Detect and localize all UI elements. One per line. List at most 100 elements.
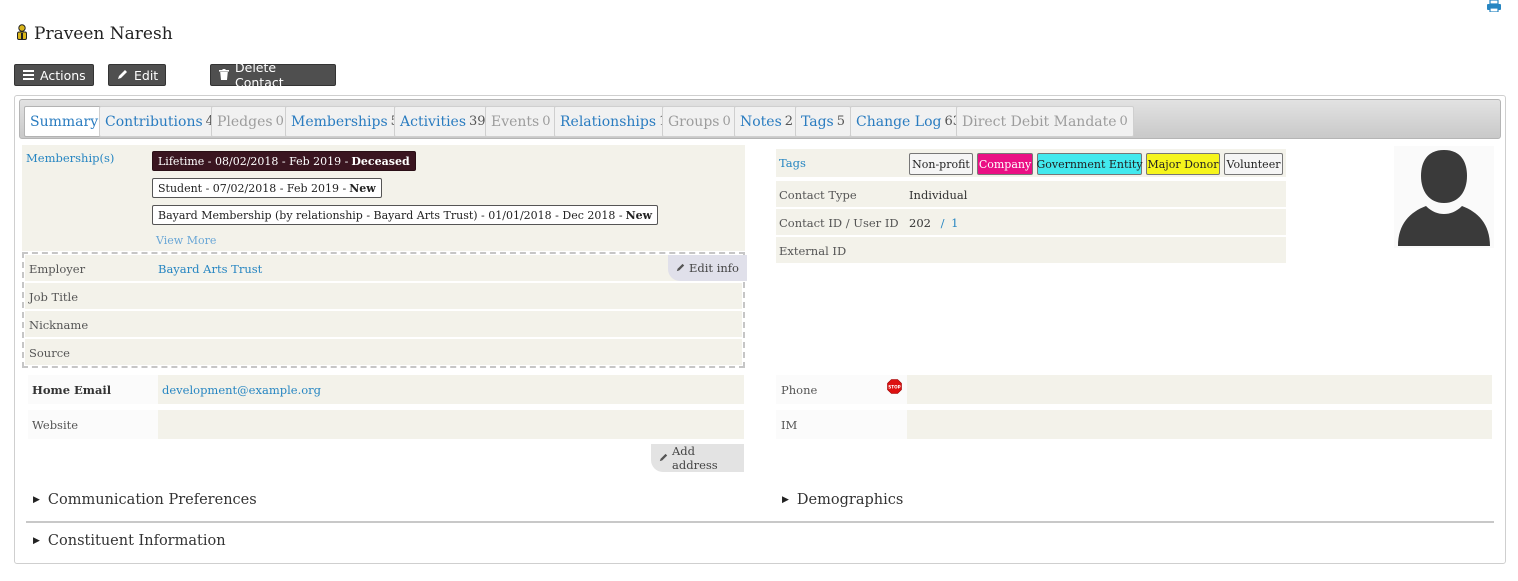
tab-count: 0: [1119, 114, 1128, 129]
employer-label: Employer: [29, 262, 86, 276]
contact-name: Praveen Naresh: [34, 24, 173, 44]
tab-bar: Summary Contributions 4 Pledges 0 Membersh…: [19, 99, 1501, 139]
source-label: Source: [29, 346, 70, 360]
page-title: Praveen Naresh: [16, 24, 173, 44]
add-address-button[interactable]: Add address: [651, 444, 744, 472]
contact-type-label: Contact Type: [779, 188, 857, 202]
print-icon[interactable]: [1486, 0, 1502, 16]
edit-info-label: Edit info: [689, 261, 739, 275]
tab-contributions[interactable]: Contributions 4: [99, 106, 220, 137]
tab-label: Tags: [801, 113, 834, 130]
tab-label: Notes: [740, 113, 782, 130]
tab-label: Contributions: [105, 113, 203, 130]
home-email-link[interactable]: development@example.org: [162, 383, 321, 397]
section-divider: [26, 521, 1494, 523]
contact-id: 202: [909, 216, 931, 230]
menu-icon: [23, 68, 34, 83]
membership-status: New: [625, 208, 653, 222]
constituent-information-label: Constituent Information: [47, 533, 226, 549]
membership-badge[interactable]: Bayard Membership (by relationship - Bay…: [152, 205, 659, 225]
tab-count: 2: [784, 114, 794, 129]
source-row: [25, 339, 742, 365]
tab-label: Change Log: [856, 113, 942, 130]
tab-tags[interactable]: Tags 5: [795, 106, 852, 137]
actions-button-label: Actions: [40, 67, 86, 83]
id-separator: /: [940, 216, 945, 230]
memberships-label[interactable]: Membership(s): [26, 151, 114, 165]
nickname-label: Nickname: [29, 318, 89, 332]
tab-summary[interactable]: Summary: [24, 106, 108, 137]
tab-label: Events: [491, 113, 540, 130]
external-id-label: External ID: [779, 244, 847, 258]
tab-label: Direct Debit Mandate: [962, 113, 1117, 130]
external-id-row: [776, 237, 1286, 263]
demographics-label: Demographics: [796, 492, 904, 508]
tab-groups[interactable]: Groups 0: [662, 106, 737, 137]
tab-count: 0: [542, 114, 551, 129]
avatar[interactable]: [1394, 146, 1494, 248]
edit-info-button[interactable]: Edit info: [668, 255, 747, 281]
employer-row: [25, 255, 742, 281]
pencil-icon: [676, 261, 685, 275]
tab-activities[interactable]: Activities 39: [394, 106, 492, 137]
demographics-toggle[interactable]: ▶ Demographics: [782, 492, 903, 508]
tab-label: Memberships: [291, 113, 388, 130]
tab-label: Groups: [668, 113, 720, 130]
phone-label: Phone: [781, 383, 818, 397]
tag-chip[interactable]: Volunteer: [1224, 153, 1283, 175]
tag-chip[interactable]: Non-profit: [909, 153, 973, 175]
tags-label[interactable]: Tags: [779, 156, 806, 170]
triangle-right-icon: ▶: [782, 495, 789, 505]
tab-label: Pledges: [217, 113, 273, 130]
delete-contact-button-label: Delete Contact: [235, 60, 284, 90]
membership-text: Lifetime - 08/02/2018 - Feb 2019 -: [158, 154, 349, 168]
pencil-icon: [659, 451, 668, 465]
add-address-label: Add address: [672, 444, 718, 472]
tag-chip[interactable]: Government Entity: [1036, 153, 1143, 175]
job-title-row: [25, 283, 742, 309]
membership-badge[interactable]: Student - 07/02/2018 - Feb 2019 - New: [152, 178, 382, 198]
edit-button-label: Edit: [134, 67, 159, 83]
home-email-label: Home Email: [32, 383, 112, 397]
tab-label: Activities: [400, 113, 467, 130]
nickname-row: [25, 311, 742, 337]
view-more-link[interactable]: View More: [156, 234, 216, 247]
tag-chip[interactable]: Major Donor: [1146, 153, 1220, 175]
individual-contact-icon: [16, 24, 28, 44]
membership-badge[interactable]: Lifetime - 08/02/2018 - Feb 2019 - Deceas…: [152, 151, 416, 171]
constituent-information-toggle[interactable]: ▶ Constituent Information: [33, 533, 226, 549]
employer-link[interactable]: Bayard Arts Trust: [158, 262, 262, 276]
communication-preferences-toggle[interactable]: ▶ Communication Preferences: [33, 492, 257, 508]
tab-relationships[interactable]: Relationships1: [554, 106, 674, 137]
tab-count: 5: [836, 114, 846, 129]
tab-pledges[interactable]: Pledges 0: [211, 106, 290, 137]
tab-label: Relationships: [560, 113, 657, 130]
contact-id-label: Contact ID / User ID: [779, 216, 899, 230]
website-label: Website: [32, 418, 79, 432]
membership-text: Student - 07/02/2018 - Feb 2019 -: [158, 181, 347, 195]
tag-chip[interactable]: Company: [977, 153, 1033, 175]
tab-direct-debit-mandate[interactable]: Direct Debit Mandate 0: [956, 106, 1134, 137]
tab-count: 0: [722, 114, 731, 129]
pencil-icon: [117, 68, 128, 83]
actions-button[interactable]: Actions: [14, 64, 94, 86]
edit-button[interactable]: Edit: [108, 64, 166, 86]
delete-contact-button[interactable]: Delete Contact: [210, 60, 336, 90]
triangle-right-icon: ▶: [33, 495, 40, 505]
tab-memberships[interactable]: Memberships5: [285, 106, 405, 137]
tab-change-log[interactable]: Change Log 63: [850, 106, 968, 137]
tab-count: 0: [275, 114, 284, 129]
tab-label: Summary: [30, 113, 99, 130]
tab-count: 39: [469, 114, 486, 129]
contact-id-value: 202 / 1: [909, 216, 958, 230]
communication-preferences-label: Communication Preferences: [47, 492, 257, 508]
stop-text: STOP: [888, 385, 901, 390]
triangle-right-icon: ▶: [33, 536, 40, 546]
job-title-label: Job Title: [29, 290, 79, 304]
membership-status: Deceased: [351, 154, 410, 168]
contact-type-value: Individual: [909, 188, 968, 202]
tab-events[interactable]: Events 0: [485, 106, 557, 137]
user-id-link[interactable]: 1: [951, 216, 958, 230]
tab-notes[interactable]: Notes 2: [734, 106, 800, 137]
person-silhouette-icon: [1398, 150, 1490, 246]
